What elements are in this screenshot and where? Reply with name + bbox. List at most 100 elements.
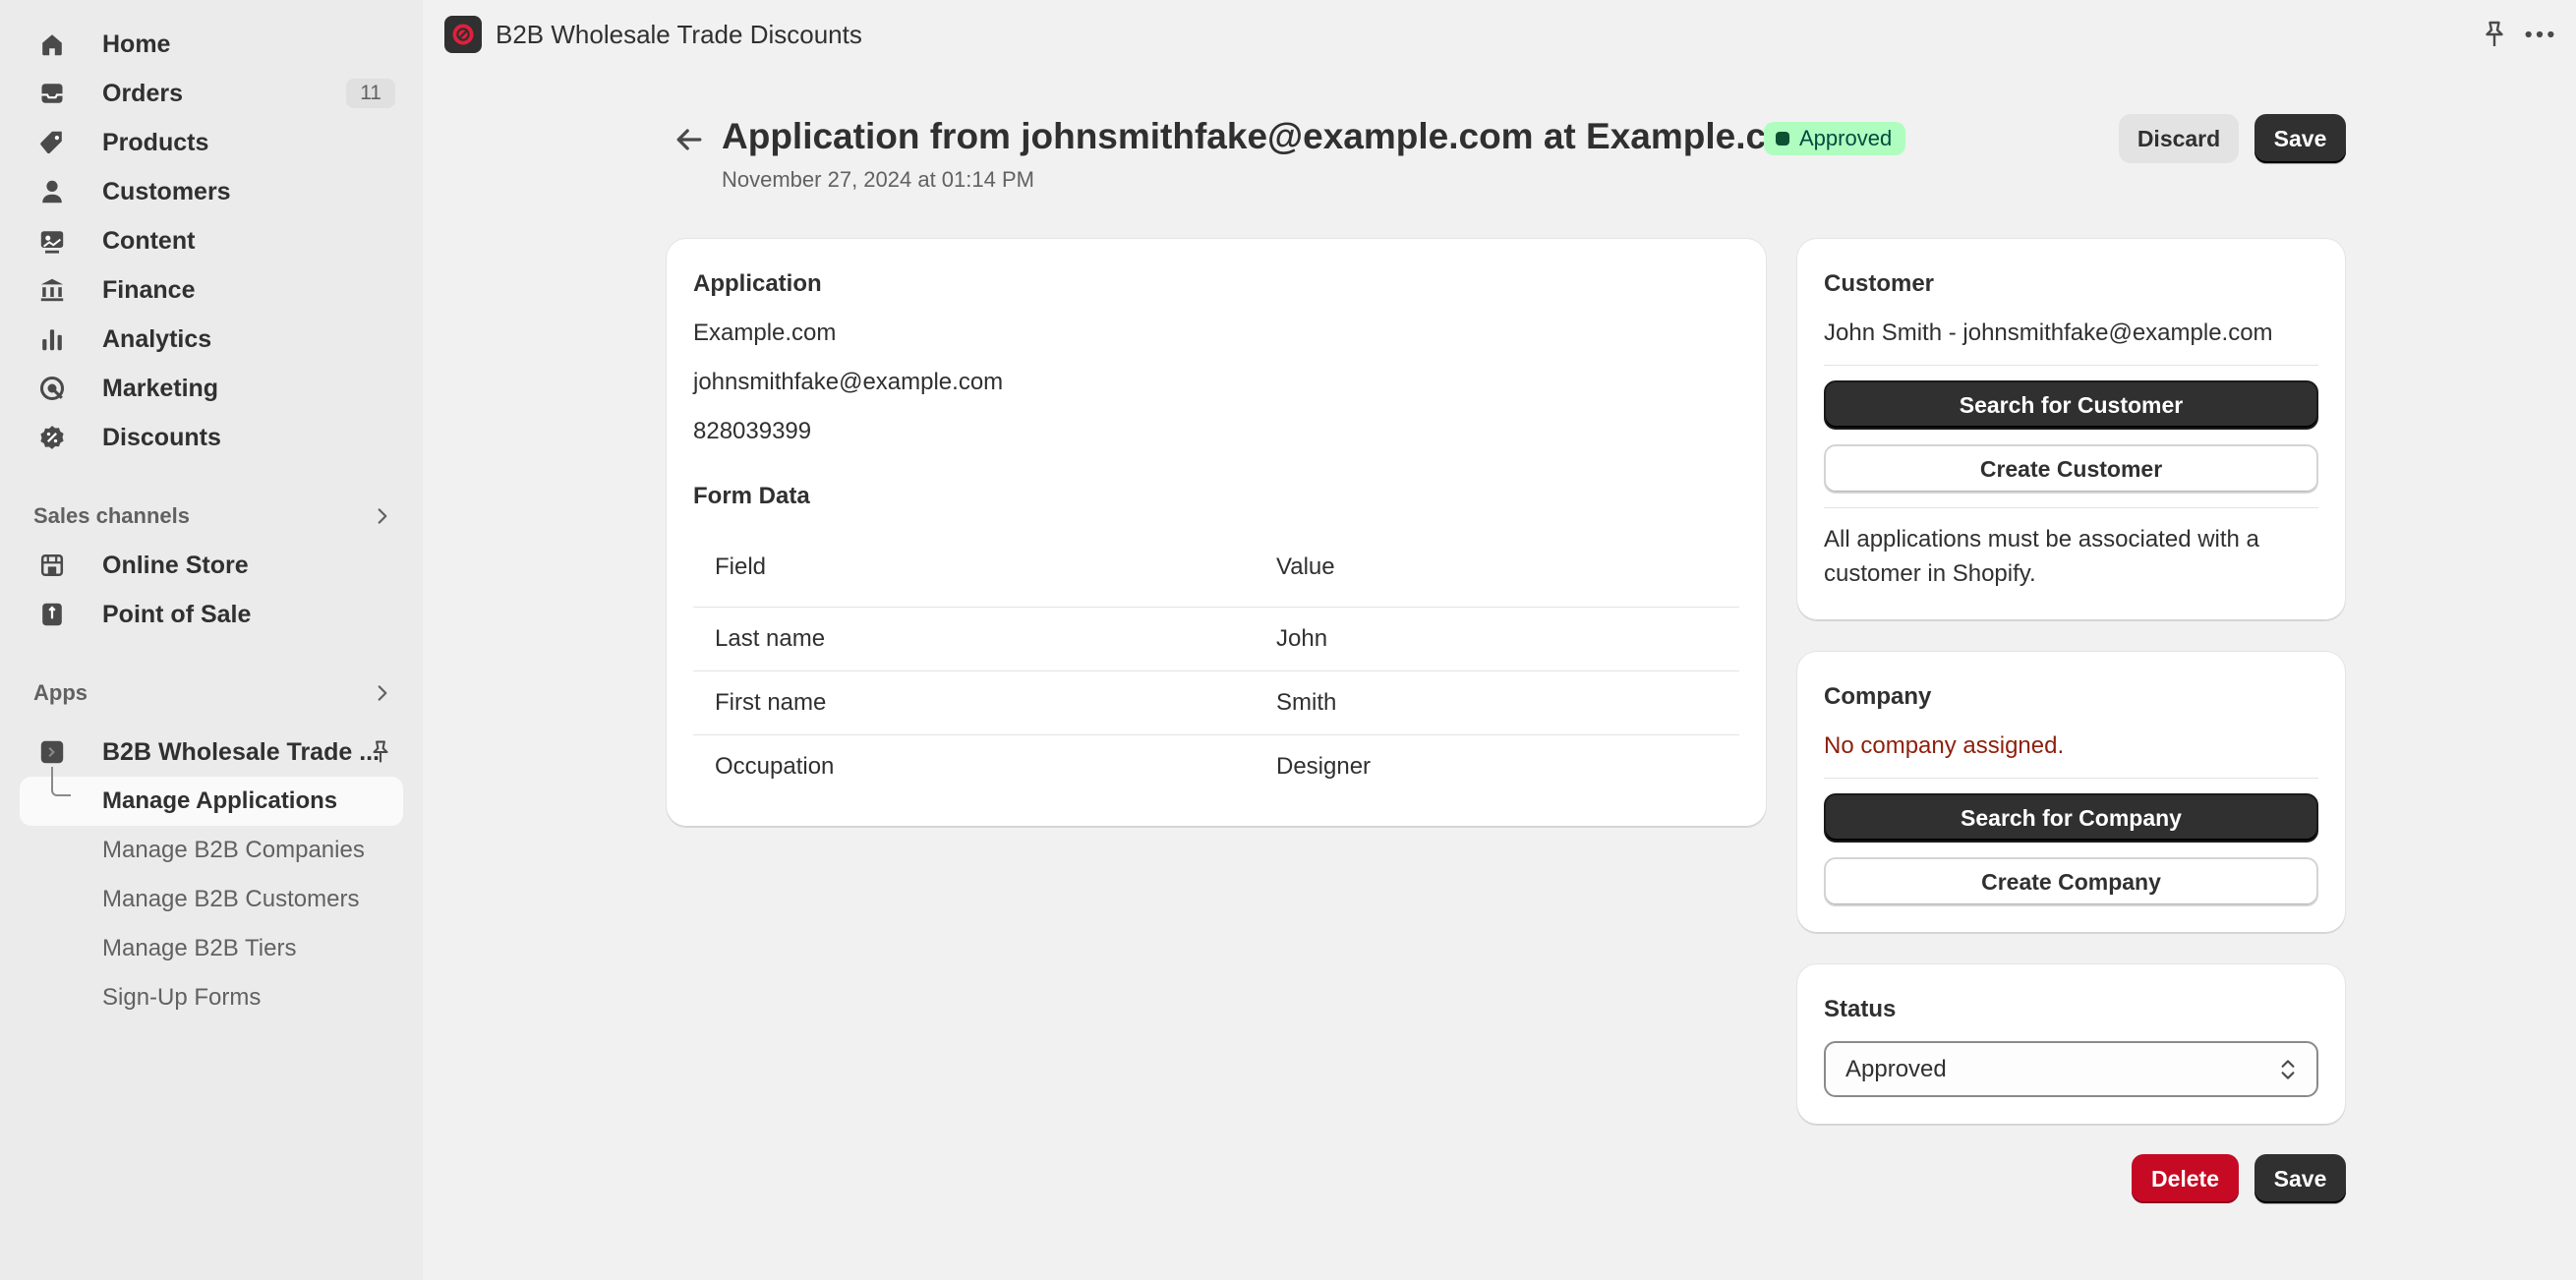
sidebar-item-label: Analytics [102,324,212,353]
divider [1824,778,2318,779]
status-card-title: Status [1824,996,1897,1022]
sidebar-sub-label: Manage B2B Companies [102,837,365,863]
person-icon [37,177,67,206]
sidebar-item-home[interactable]: Home [20,20,403,69]
sidebar-item-customers[interactable]: Customers [20,167,403,216]
sidebar-item-label: Products [102,128,209,156]
select-arrows-icon [2281,1059,2295,1079]
status-badge: Approved [1764,122,1906,155]
table-cell-field: Occupation [715,753,835,780]
pin-icon[interactable] [2480,20,2509,49]
sidebar-item-label: Online Store [102,551,249,579]
app-topbar: B2B Wholesale Trade Discounts [423,0,2576,69]
discard-button[interactable]: Discard [2119,114,2239,163]
table-cell-value: Designer [1276,753,1372,780]
status-select-value: Approved [1845,1055,1947,1082]
search-customer-button[interactable]: Search for Customer [1824,380,2318,430]
discount-seal-icon [452,24,474,45]
sidebar-item-analytics[interactable]: Analytics [20,315,403,364]
sales-channels-heading[interactable]: Sales channels [0,492,423,541]
divider [1824,507,2318,508]
discount-icon [37,423,67,452]
sidebar-sub-manage-b2b-tiers[interactable]: Manage B2B Tiers [20,924,403,973]
app-title: B2B Wholesale Trade Discounts [496,19,862,49]
create-company-button[interactable]: Create Company [1824,857,2318,906]
no-company-text: No company assigned. [1824,732,2065,759]
sidebar-item-label: Marketing [102,374,219,402]
sidebar-item-label: Discounts [102,423,221,451]
table-divider [693,607,1739,608]
sidebar-item-products[interactable]: Products [20,118,403,167]
back-arrow-icon[interactable] [672,122,707,157]
sidebar-item-orders[interactable]: Orders 11 [20,69,403,118]
content-icon [37,226,67,256]
sidebar-app-b2b[interactable]: B2B Wholesale Trade ... [20,727,403,777]
sidebar-item-discounts[interactable]: Discounts [20,413,403,462]
sidebar-sub-label: Manage B2B Customers [102,886,360,912]
customer-note-line-2: customer in Shopify. [1824,560,2036,587]
customer-card: Customer John Smith - johnsmithfake@exam… [1797,239,2345,620]
sidebar-item-content[interactable]: Content [20,216,403,265]
save-button-top[interactable]: Save [2254,114,2346,163]
sidebar-item-marketing[interactable]: Marketing [20,364,403,413]
sidebar-item-online-store[interactable]: Online Store [20,541,403,590]
table-cell-value: John [1276,625,1328,652]
sidebar-item-label: Content [102,226,196,255]
divider [1824,365,2318,366]
chevron-right-icon [378,685,387,701]
target-icon [37,374,67,403]
bank-icon [37,275,67,305]
apps-label: Apps [33,680,88,705]
apps-heading[interactable]: Apps [0,669,423,718]
page-subtitle-date: November 27, 2024 at 01:14 PM [722,167,1034,192]
sidebar-item-finance[interactable]: Finance [20,265,403,315]
company-card-title: Company [1824,683,1932,710]
sidebar-item-label: Orders [102,79,183,107]
sidebar-sub-manage-applications[interactable]: Manage Applications [20,777,403,826]
table-divider [693,734,1739,735]
sidebar-sub-label: Manage Applications [102,787,338,814]
chevron-right-icon [378,508,387,524]
application-email: johnsmithfake@example.com [693,369,1004,395]
sidebar-sub-manage-b2b-customers[interactable]: Manage B2B Customers [20,875,403,924]
sidebar: Home Orders 11 Products Customers Content Fina… [0,0,423,1280]
sidebar-item-label: Point of Sale [102,600,252,628]
store-icon [37,551,67,580]
home-icon [37,29,67,59]
sidebar-sub-manage-b2b-companies[interactable]: Manage B2B Companies [20,826,403,875]
table-cell-field: First name [715,689,827,716]
sidebar-app-label: B2B Wholesale Trade ... [102,737,381,766]
pin-icon[interactable] [368,739,393,765]
sidebar-item-label: Finance [102,275,196,304]
application-card: Application Example.com johnsmithfake@ex… [667,239,1766,827]
table-cell-field: Last name [715,625,826,652]
status-badge-label: Approved [1799,126,1893,150]
create-customer-button[interactable]: Create Customer [1824,444,2318,494]
sidebar-sub-sign-up-forms[interactable]: Sign-Up Forms [20,973,403,1022]
tree-connector [51,767,71,796]
column-header-field: Field [715,553,767,580]
orders-icon [37,79,67,108]
sidebar-item-point-of-sale[interactable]: Point of Sale [20,590,403,639]
customer-note-line-1: All applications must be associated with… [1824,526,2259,553]
sidebar-item-label: Home [102,29,171,58]
column-header-value: Value [1276,553,1335,580]
delete-button[interactable]: Delete [2132,1154,2239,1203]
status-select[interactable]: Approved [1824,1041,2318,1097]
bar-chart-icon [37,324,67,354]
more-options-icon[interactable] [2523,20,2556,49]
save-button-bottom[interactable]: Save [2254,1154,2346,1203]
application-card-title: Application [693,270,822,297]
orders-count-badge: 11 [346,79,395,108]
pos-icon [37,600,67,629]
table-divider [693,670,1739,671]
status-dot-icon [1776,132,1789,145]
application-phone: 828039399 [693,418,812,444]
status-card: Status Approved [1797,964,2345,1125]
customer-name: John Smith - johnsmithfake@example.com [1824,320,2273,346]
search-company-button[interactable]: Search for Company [1824,793,2318,843]
table-cell-value: Smith [1276,689,1337,716]
page-title: Application from johnsmithfake@example.c… [722,116,1821,156]
application-company: Example.com [693,320,837,346]
app-icon [37,737,67,767]
